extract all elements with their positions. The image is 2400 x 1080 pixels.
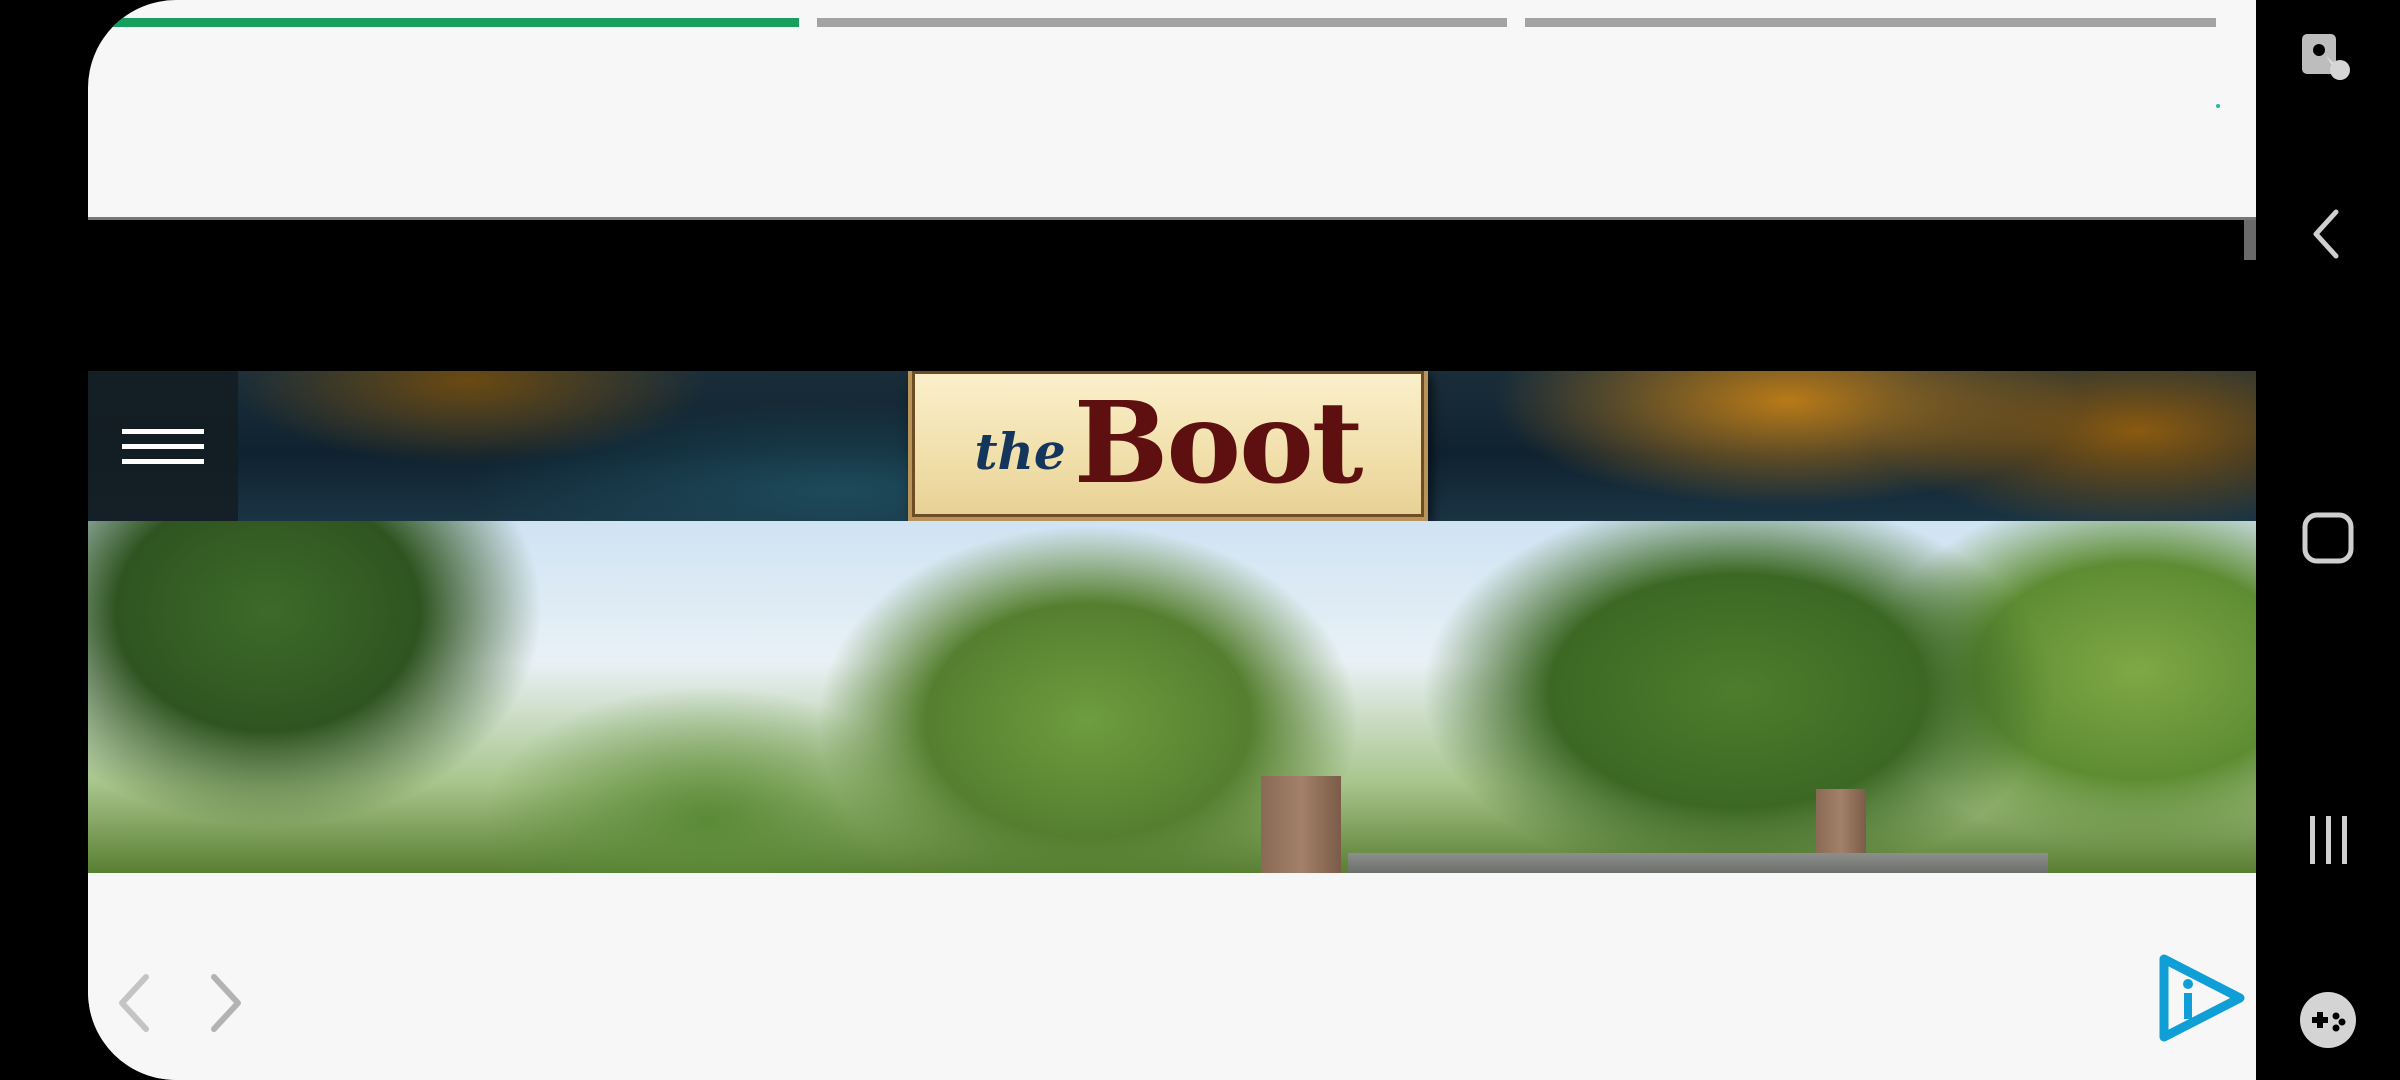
phone-screen: the Boot — [88, 0, 2256, 1080]
bottom-toolbar — [88, 873, 2256, 1080]
chevron-right-icon[interactable] — [206, 973, 246, 1033]
scrollbar-thumb[interactable] — [2244, 220, 2256, 260]
hamburger-menu-button[interactable] — [88, 371, 238, 521]
logo-prefix: the — [974, 421, 1066, 481]
home-icon[interactable] — [2292, 502, 2364, 574]
progress-segment-1-fill — [108, 18, 799, 27]
site-header: the Boot — [88, 371, 2256, 521]
hamburger-menu-icon — [122, 428, 204, 434]
site-logo[interactable]: the Boot — [908, 371, 1428, 521]
house-roof — [1348, 853, 2048, 873]
progress-segment-1 — [108, 18, 799, 27]
progress-segment-2 — [816, 18, 1508, 27]
chimney-left — [1261, 776, 1341, 873]
loading-dot — [2216, 104, 2220, 108]
web-content[interactable]: the Boot — [88, 220, 2256, 873]
logo-name: Boot — [1073, 378, 1364, 509]
hero-image[interactable] — [88, 521, 2256, 873]
system-nav-rail — [2256, 0, 2400, 1080]
progress-segment-3 — [1525, 18, 2217, 27]
recents-icon[interactable] — [2292, 804, 2364, 876]
accessibility-icon[interactable] — [2292, 22, 2364, 94]
game-tools-icon[interactable] — [2292, 984, 2364, 1056]
play-info-logo-icon[interactable] — [2156, 953, 2246, 1043]
menu-line — [122, 458, 204, 464]
story-progress — [108, 18, 2217, 27]
back-icon[interactable] — [2292, 198, 2364, 270]
menu-line — [122, 443, 204, 449]
chevron-left-icon[interactable] — [114, 973, 154, 1033]
